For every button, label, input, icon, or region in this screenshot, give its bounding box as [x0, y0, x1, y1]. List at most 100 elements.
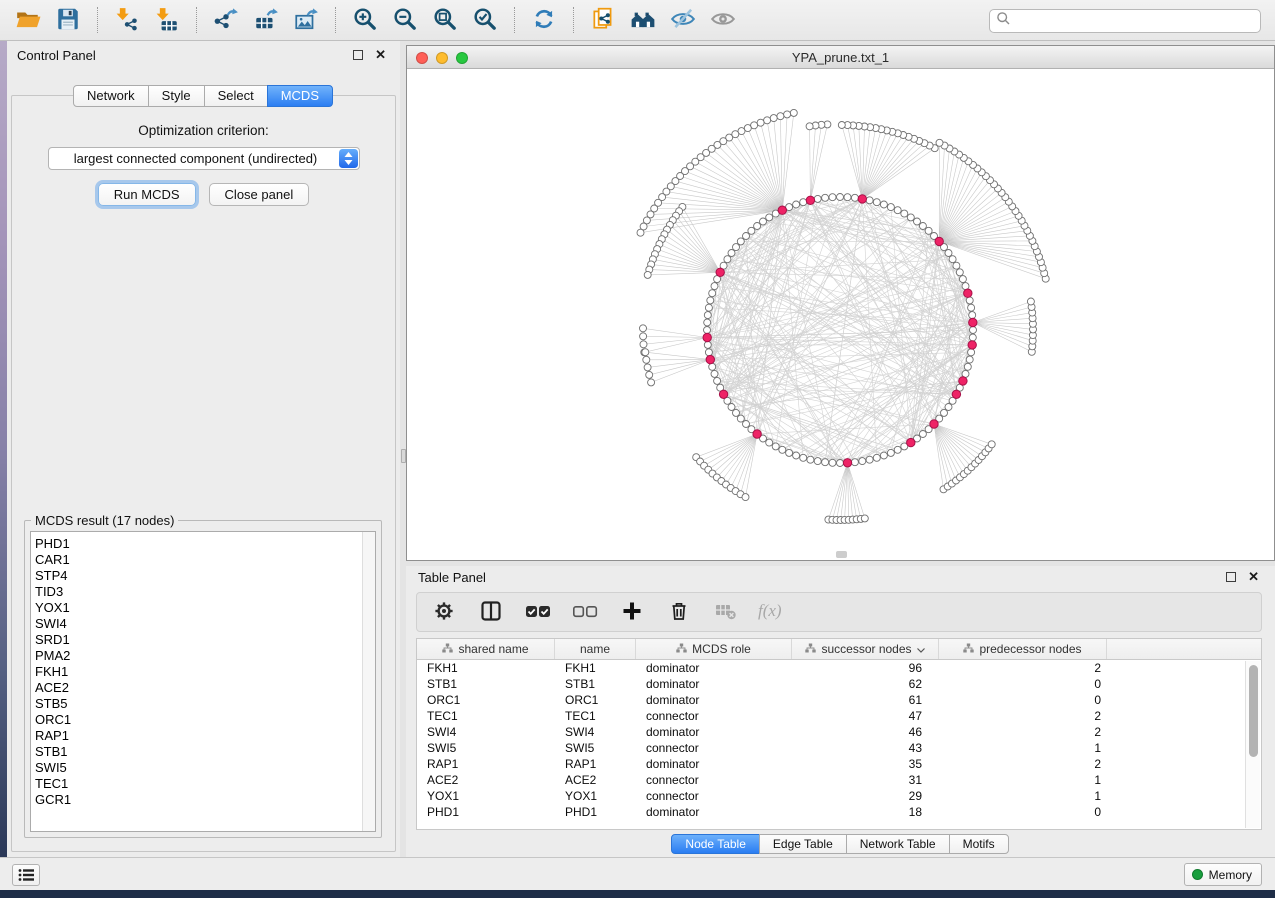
tab-mcds[interactable]: MCDS [267, 85, 333, 107]
svg-text:f(x): f(x) [758, 601, 782, 620]
hide-selected-button[interactable] [663, 3, 703, 37]
network-window-titlebar[interactable]: YPA_prune.txt_1 [407, 46, 1274, 69]
mcds-result-item[interactable]: STB1 [31, 744, 375, 760]
zoom-out-button[interactable] [385, 3, 425, 37]
mcds-result-item[interactable]: TID3 [31, 584, 375, 600]
table-panel-title: Table Panel [418, 570, 1226, 585]
first-neighbors-button[interactable] [623, 3, 663, 37]
window-close-icon[interactable] [416, 52, 428, 64]
column-header-predecessor-nodes[interactable]: predecessor nodes [939, 639, 1107, 659]
table-panel-close-icon[interactable]: ✕ [1248, 572, 1259, 582]
table-vscroll-thumb[interactable] [1249, 665, 1258, 757]
tab-style[interactable]: Style [148, 85, 205, 107]
table-mode-button[interactable] [429, 597, 459, 627]
memory-button[interactable]: Memory [1184, 863, 1262, 886]
deselect-all-button[interactable] [570, 597, 600, 627]
column-header-successor-nodes[interactable]: successor nodes [792, 639, 939, 659]
table-cell: connector [636, 788, 792, 804]
table-row[interactable]: TEC1TEC1connector472 [417, 708, 1261, 724]
mcds-result-item[interactable]: YOX1 [31, 600, 375, 616]
network-canvas[interactable] [407, 69, 1274, 560]
tab-node-table[interactable]: Node Table [671, 834, 760, 854]
search-input[interactable] [1011, 14, 1254, 28]
network-graph[interactable] [407, 69, 1274, 560]
column-header-name[interactable]: name [555, 639, 636, 659]
show-all-button[interactable] [703, 3, 743, 37]
column-header-MCDS-role[interactable]: MCDS role [636, 639, 792, 659]
table-row[interactable]: STB1STB1dominator620 [417, 676, 1261, 692]
table-row[interactable]: YOX1YOX1connector291 [417, 788, 1261, 804]
export-image-button[interactable] [286, 3, 326, 37]
window-maximize-icon[interactable] [456, 52, 468, 64]
search-box[interactable] [989, 9, 1261, 33]
table-cell: 35 [792, 756, 939, 772]
save-session-button[interactable] [48, 3, 88, 37]
mcds-result-item[interactable]: GCR1 [31, 792, 375, 808]
mcds-result-item[interactable]: ORC1 [31, 712, 375, 728]
network-hscroll-thumb[interactable] [836, 551, 847, 558]
mcds-result-item[interactable]: PMA2 [31, 648, 375, 664]
mcds-result-item[interactable]: SRD1 [31, 632, 375, 648]
table-row[interactable]: SWI4SWI4dominator462 [417, 724, 1261, 740]
window-minimize-icon[interactable] [436, 52, 448, 64]
table-row[interactable]: RAP1RAP1dominator352 [417, 756, 1261, 772]
mcds-result-list[interactable]: PHD1CAR1STP4TID3YOX1SWI4SRD1PMA2FKH1ACE2… [30, 531, 376, 832]
table-row[interactable]: ORC1ORC1dominator610 [417, 692, 1261, 708]
mcds-result-item[interactable]: ACE2 [31, 680, 375, 696]
mcds-result-item[interactable]: TEC1 [31, 776, 375, 792]
export-table-button[interactable] [246, 3, 286, 37]
mcds-result-item[interactable]: STB5 [31, 696, 375, 712]
select-all-button[interactable] [523, 597, 553, 627]
splitter-grip[interactable] [401, 449, 406, 463]
import-network-button[interactable] [107, 3, 147, 37]
zoom-fit-button[interactable] [425, 3, 465, 37]
mcds-result-item[interactable]: CAR1 [31, 552, 375, 568]
mcds-result-item[interactable]: RAP1 [31, 728, 375, 744]
table-panel-float-icon[interactable] [1226, 572, 1236, 582]
mcds-result-item[interactable]: SWI4 [31, 616, 375, 632]
function-builder-button: f(x) [758, 597, 788, 627]
mcds-result-item[interactable]: FKH1 [31, 664, 375, 680]
new-network-from-selection-button[interactable] [583, 3, 623, 37]
tab-edge-table[interactable]: Edge Table [759, 834, 847, 854]
show-column-panel-button[interactable] [476, 597, 506, 627]
mcds-result-item[interactable]: SWI5 [31, 760, 375, 776]
mcds-result-item[interactable]: PHD1 [31, 536, 375, 552]
tab-select[interactable]: Select [204, 85, 268, 107]
table-row[interactable]: PHD1PHD1dominator180 [417, 804, 1261, 820]
table-vscrollbar[interactable] [1245, 661, 1260, 828]
mcds-result-item[interactable]: STP4 [31, 568, 375, 584]
eye-icon [710, 6, 736, 35]
zoom-in-button[interactable] [345, 3, 385, 37]
desktop-wallpaper-bottom [0, 890, 1275, 898]
mcds-list-scrollbar[interactable] [362, 532, 375, 831]
select-stepper-icon [339, 149, 358, 168]
open-session-button[interactable] [8, 3, 48, 37]
eye-slash-icon [670, 6, 696, 35]
table-cell: dominator [636, 676, 792, 692]
task-history-button[interactable] [12, 864, 40, 886]
export-network-button[interactable] [206, 3, 246, 37]
table-cell: YOX1 [417, 788, 555, 804]
optimization-criterion-select[interactable]: largest connected component (undirected) [48, 147, 360, 170]
zoom-selected-icon [472, 6, 498, 35]
destroy-table-button [711, 597, 741, 627]
close-panel-button[interactable]: Close panel [209, 183, 310, 206]
tab-network[interactable]: Network [73, 85, 149, 107]
table-row[interactable]: FKH1FKH1dominator962 [417, 660, 1261, 676]
column-header-shared-name[interactable]: shared name [417, 639, 555, 659]
import-table-button[interactable] [147, 3, 187, 37]
run-mcds-button[interactable]: Run MCDS [98, 183, 196, 206]
close-panel-icon[interactable]: ✕ [375, 50, 386, 60]
table-row[interactable]: SWI5SWI5connector431 [417, 740, 1261, 756]
zoom-selected-button[interactable] [465, 3, 505, 37]
tab-motifs[interactable]: Motifs [949, 834, 1009, 854]
apply-layout-button[interactable] [524, 3, 564, 37]
table-cell: RAP1 [417, 756, 555, 772]
table-cell: ACE2 [555, 772, 636, 788]
delete-columns-button[interactable] [664, 597, 694, 627]
table-row[interactable]: ACE2ACE2connector311 [417, 772, 1261, 788]
float-panel-icon[interactable] [353, 50, 363, 60]
tab-network-table[interactable]: Network Table [846, 834, 950, 854]
create-column-button[interactable] [617, 597, 647, 627]
